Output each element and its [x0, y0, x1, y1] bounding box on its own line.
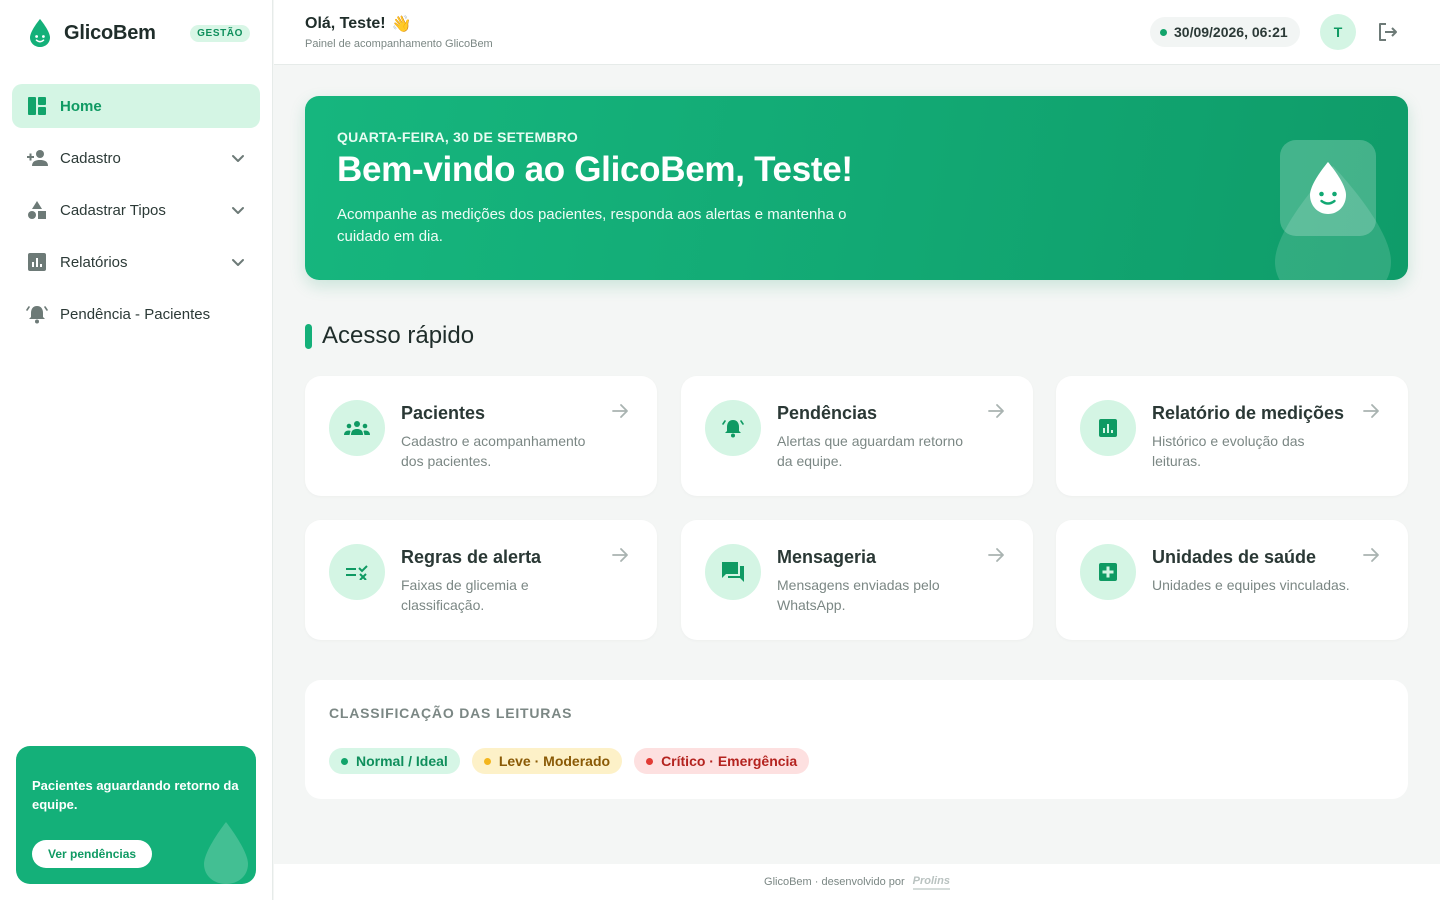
status-badge-label: Crítico · Emergência [661, 753, 798, 769]
status-badge-label: Leve · Moderado [498, 753, 611, 769]
datetime-text: 30/09/2026, 06:21 [1174, 24, 1288, 40]
card-title: Unidades de saúde [1152, 547, 1317, 567]
arrow-right-icon [988, 404, 1004, 418]
sidebar-item-label: Relatórios [60, 253, 128, 271]
drop-face-icon [1310, 162, 1346, 214]
status-badge-critical: Crítico · Emergência [634, 748, 810, 774]
status-badge-moderate: Leve · Moderado [471, 748, 623, 774]
status-dot-icon [341, 757, 348, 765]
card-relatorio-medicoes[interactable]: Relatório de medições Histórico e evoluç… [1056, 376, 1408, 496]
card-description: Mensagens enviadas pelo WhatsApp. [777, 577, 940, 613]
sidebar-nav: Home Cadastro Cadastrar Tipos Relatórios [12, 84, 260, 344]
hero-description: Acompanhe as medições dos pacientes, res… [337, 206, 847, 245]
avatar[interactable]: T [1320, 14, 1356, 50]
sidebar-item-label: Pendência - Pacientes [60, 305, 211, 323]
section-title: Acesso rápido [322, 322, 475, 349]
card-title: Regras de alerta [401, 547, 542, 567]
card-description: Unidades e equipes vinculadas. [1152, 577, 1350, 593]
sidebar-item-label: Home [60, 97, 102, 115]
shapes-icon [26, 199, 48, 221]
header-subtitle: Painel de acompanhamento GlicoBem [305, 38, 493, 50]
card-pacientes[interactable]: Pacientes Cadastro e acompanhamento dos … [305, 376, 657, 496]
chevron-down-icon[interactable] [230, 254, 246, 270]
quick-access-heading: Acesso rápido [305, 322, 474, 350]
sidebar-item-cadastrar-tipos[interactable]: Cadastrar Tipos [12, 188, 260, 232]
developer-logo[interactable]: Prolins [912, 875, 950, 890]
drop-decoration-icon [204, 822, 248, 884]
welcome-hero: QUARTA-FEIRA, 30 DE SETEMBRO Bem-vindo a… [305, 96, 1408, 280]
card-description: Cadastro e acompanhamento dos pacientes. [401, 433, 586, 469]
sidebar: GlicoBem GESTÃO Home Cadastro Cadastrar … [0, 0, 273, 900]
status-dot-icon [1160, 29, 1167, 36]
card-title: Relatório de medições [1152, 403, 1345, 423]
medical-cross-icon [1080, 544, 1136, 600]
sidebar-item-pendencia-pacientes[interactable]: Pendência - Pacientes [12, 292, 260, 336]
sidebar-item-label: Cadastrar Tipos [60, 201, 166, 219]
card-title: Mensageria [777, 547, 877, 567]
arrow-right-icon [988, 548, 1004, 562]
card-description: Alertas que aguardam retorno da equipe. [777, 433, 963, 469]
classification-legend: Normal / Ideal Leve · Moderado Crítico ·… [329, 748, 821, 774]
wave-emoji-icon: 👋 [391, 16, 412, 33]
logout-icon[interactable] [1376, 20, 1400, 44]
card-description: Faixas de glicemia e classificação. [401, 577, 529, 613]
status-dot-icon [483, 757, 491, 765]
card-pendencias[interactable]: Pendências Alertas que aguardam retorno … [681, 376, 1033, 496]
chevron-down-icon[interactable] [230, 150, 246, 166]
sidebar-item-label: Cadastro [60, 149, 121, 167]
greeting-text: Olá, Teste! [305, 15, 386, 32]
card-title: Pacientes [401, 403, 486, 423]
brand[interactable]: GlicoBem GESTÃO [28, 18, 250, 48]
sidebar-item-relatorios[interactable]: Relatórios [12, 240, 260, 284]
chevron-down-icon[interactable] [230, 202, 246, 218]
sidebar-item-cadastro[interactable]: Cadastro [12, 136, 260, 180]
hero-date: QUARTA-FEIRA, 30 DE SETEMBRO [337, 129, 579, 145]
drop-logo-icon [30, 19, 50, 47]
brand-badge: GESTÃO [190, 24, 250, 42]
datetime-badge: 30/09/2026, 06:21 [1150, 17, 1300, 47]
section-accent-bar [305, 323, 312, 349]
bar-chart-icon [26, 251, 48, 273]
hero-logo [1280, 140, 1376, 236]
top-header: Olá, Teste! 👋 Painel de acompanhamento G… [274, 0, 1440, 65]
alarm-bell-icon [705, 400, 761, 456]
status-badge-label: Normal / Ideal [356, 753, 448, 769]
card-mensageria[interactable]: Mensageria Mensagens enviadas pelo Whats… [681, 520, 1033, 640]
pending-promo-card: Pacientes aguardando retorno da equipe. … [16, 746, 256, 884]
card-unidades-saude[interactable]: Unidades de saúde Unidades e equipes vin… [1056, 520, 1408, 640]
dashboard-icon [26, 95, 48, 117]
arrow-right-icon [612, 548, 628, 562]
status-dot-icon [646, 757, 654, 765]
person-add-icon [26, 147, 48, 169]
alarm-bell-icon [26, 303, 48, 325]
rule-icon [329, 544, 385, 600]
card-regras-alerta[interactable]: Regras de alerta Faixas de glicemia e cl… [305, 520, 657, 640]
footer-text: GlicoBem · desenvolvido por [764, 876, 905, 888]
status-badge-normal: Normal / Ideal [329, 748, 460, 774]
classification-title: CLASSIFICAÇÃO DAS LEITURAS [329, 705, 573, 721]
chat-icon [705, 544, 761, 600]
sidebar-item-home[interactable]: Home [12, 84, 260, 128]
readings-classification: CLASSIFICAÇÃO DAS LEITURAS Normal / Idea… [305, 680, 1408, 799]
brand-name: GlicoBem [64, 21, 156, 44]
arrow-right-icon [612, 404, 628, 418]
arrow-right-icon [1363, 548, 1379, 562]
hero-title: Bem-vindo ao GlicoBem, Teste! [337, 150, 853, 189]
promo-text: Pacientes aguardando retorno da equipe. [32, 778, 239, 812]
card-description: Histórico e evolução das leituras. [1152, 433, 1305, 469]
card-title: Pendências [777, 403, 878, 423]
greeting: Olá, Teste! 👋 [305, 14, 412, 34]
view-pending-button[interactable]: Ver pendências [32, 840, 153, 868]
groups-icon [329, 400, 385, 456]
arrow-right-icon [1363, 404, 1379, 418]
footer: GlicoBem · desenvolvido por Prolins [274, 864, 1440, 900]
bar-chart-icon [1080, 400, 1136, 456]
